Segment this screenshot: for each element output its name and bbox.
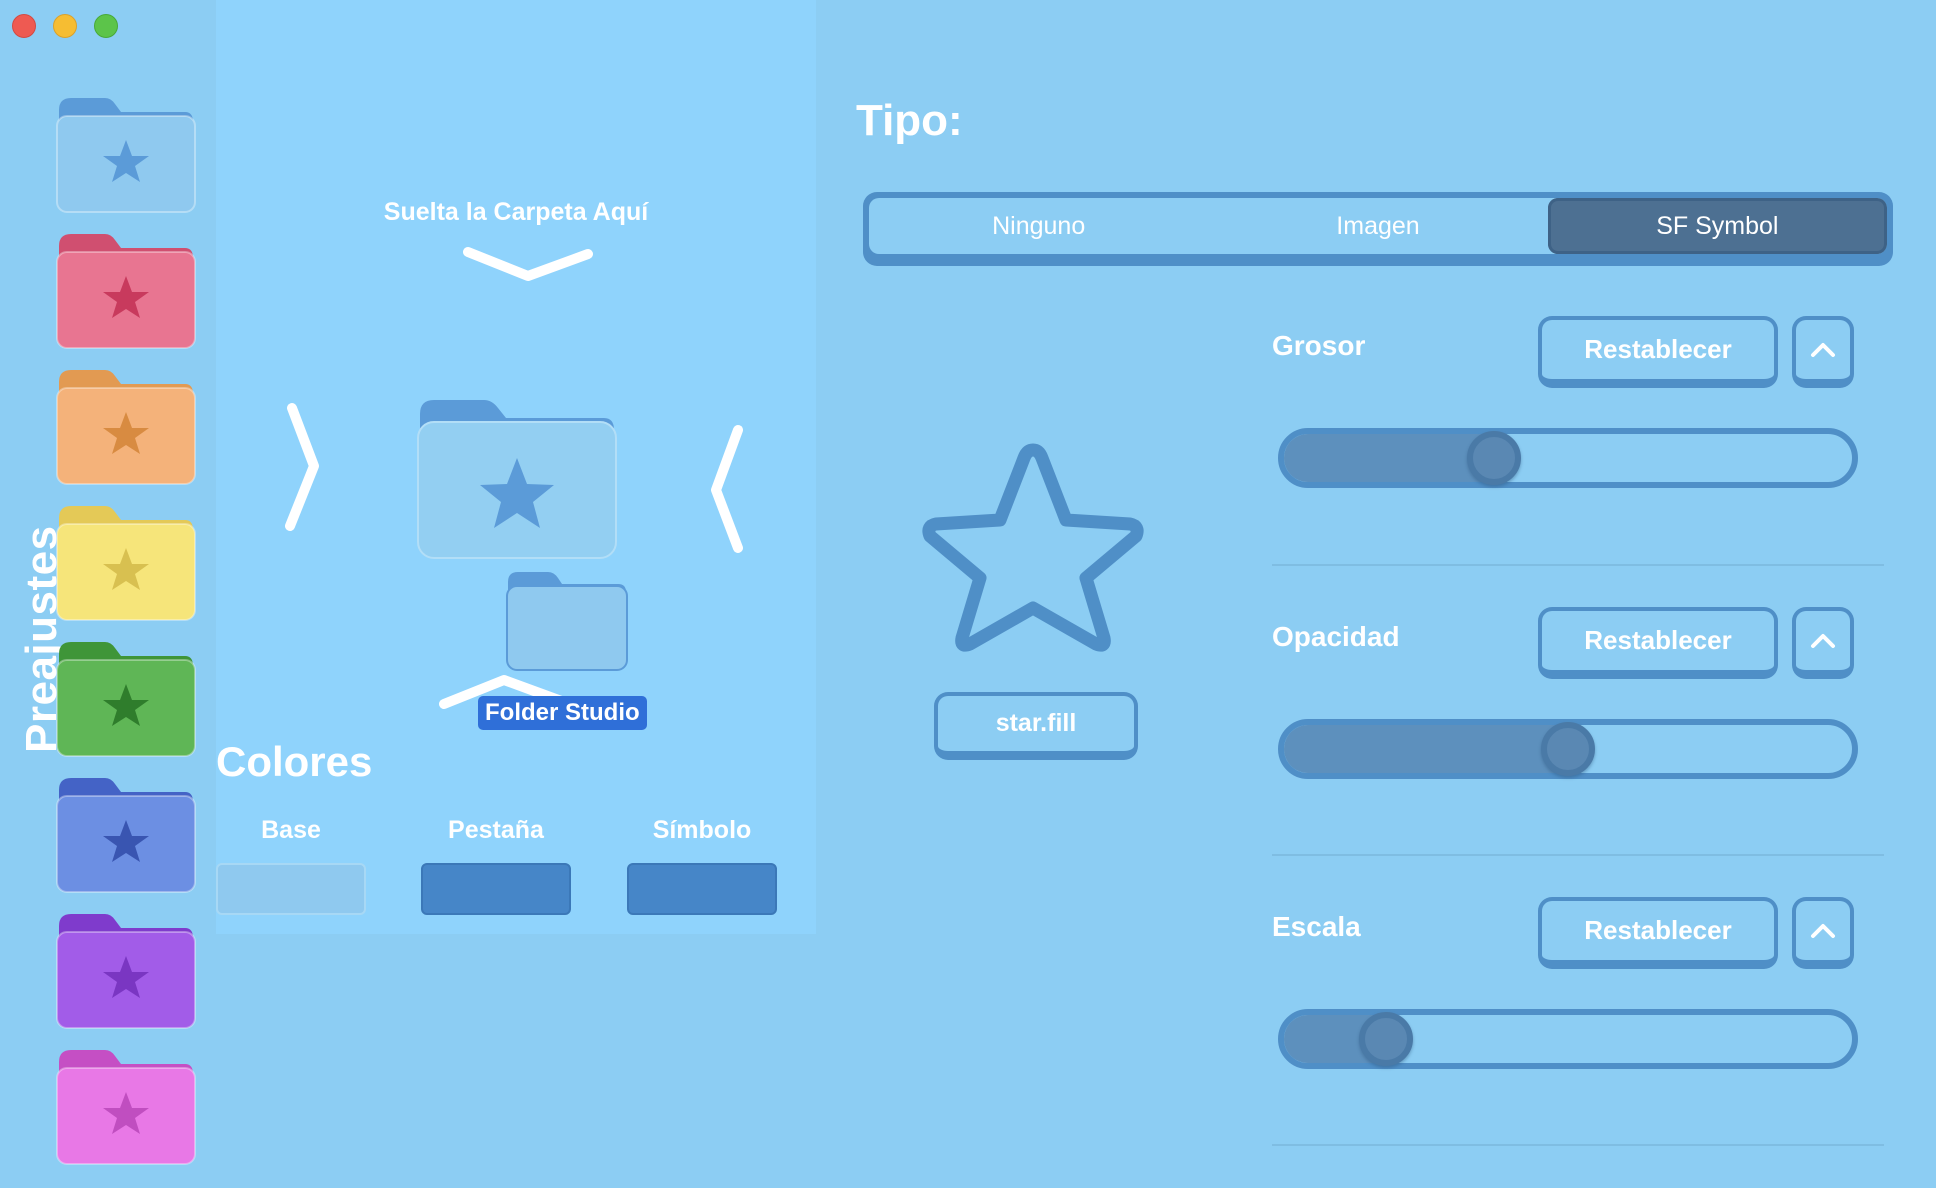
folder-icon xyxy=(56,506,196,621)
folder-icon xyxy=(56,778,196,893)
divider xyxy=(1272,1144,1884,1146)
scale-slider[interactable] xyxy=(1278,1009,1858,1069)
dragged-folder-icon[interactable] xyxy=(504,568,630,674)
chevron-up-icon xyxy=(1811,923,1835,938)
preset-folder[interactable] xyxy=(55,912,197,1032)
color-symbol-swatch[interactable] xyxy=(627,863,777,915)
color-tab-swatch[interactable] xyxy=(421,863,571,915)
preset-folder[interactable] xyxy=(55,232,197,352)
drop-hint-text: Suelta la Carpeta Aquí xyxy=(383,198,649,226)
preset-folder[interactable] xyxy=(55,1048,197,1168)
slider-fill xyxy=(1284,434,1495,482)
chevron-up-icon xyxy=(1811,633,1835,648)
type-title: Tipo: xyxy=(856,96,963,145)
thickness-reset-button[interactable]: Restablecer xyxy=(1538,316,1778,388)
folder-icon xyxy=(56,98,196,213)
app-window: Preajustes Suelta la Carpeta Aquí Folder… xyxy=(0,0,1936,1188)
symbol-picker-button[interactable]: star.fill xyxy=(934,692,1138,760)
drag-folder-label: Folder Studio xyxy=(478,696,647,730)
divider xyxy=(1272,854,1884,856)
color-base-label: Base xyxy=(261,816,321,844)
color-base: Base xyxy=(216,816,366,915)
minimize-window-button[interactable] xyxy=(53,14,77,38)
preset-folder[interactable] xyxy=(55,504,197,624)
thickness-collapse-button[interactable] xyxy=(1792,316,1854,388)
opacity-collapse-button[interactable] xyxy=(1792,607,1854,679)
slider-fill xyxy=(1284,725,1568,773)
folder-preview-icon xyxy=(417,400,617,559)
chevron-right-icon xyxy=(285,403,319,531)
window-controls xyxy=(12,14,118,38)
scale-label: Escala xyxy=(1272,911,1361,942)
color-symbol: Símbolo xyxy=(627,816,777,915)
preset-folder[interactable] xyxy=(55,368,197,488)
chevron-left-icon xyxy=(711,425,743,553)
scale-collapse-button[interactable] xyxy=(1792,897,1854,969)
zoom-window-button[interactable] xyxy=(94,14,118,38)
folder-icon xyxy=(56,642,196,757)
star-icon xyxy=(922,443,1144,652)
color-base-swatch[interactable] xyxy=(216,863,366,915)
chevron-up-icon xyxy=(1811,342,1835,357)
folder-icon xyxy=(56,370,196,485)
chevron-down-icon xyxy=(463,247,593,281)
slider-thumb[interactable] xyxy=(1541,722,1595,776)
slider-thumb[interactable] xyxy=(1467,431,1522,485)
folder-icon xyxy=(56,234,196,349)
opacity-label: Opacidad xyxy=(1272,621,1400,652)
opacity-reset-button[interactable]: Restablecer xyxy=(1538,607,1778,679)
colors-title: Colores xyxy=(216,738,373,785)
color-tab-label: Pestaña xyxy=(448,816,544,844)
color-tab: Pestaña xyxy=(421,816,571,915)
preset-folder[interactable] xyxy=(55,776,197,896)
thickness-label: Grosor xyxy=(1272,330,1366,361)
opacity-slider[interactable] xyxy=(1278,719,1858,779)
type-option-sf-symbol[interactable]: SF Symbol xyxy=(1547,198,1887,254)
type-option-image[interactable]: Imagen xyxy=(1208,198,1547,254)
color-symbol-label: Símbolo xyxy=(652,816,752,844)
preset-folder[interactable] xyxy=(55,96,197,216)
folder-icon xyxy=(56,1050,196,1165)
type-segmented-control: Ninguno Imagen SF Symbol xyxy=(863,192,1893,266)
scale-reset-button[interactable]: Restablecer xyxy=(1538,897,1778,969)
type-option-none[interactable]: Ninguno xyxy=(869,198,1208,254)
slider-thumb[interactable] xyxy=(1359,1012,1414,1066)
close-window-button[interactable] xyxy=(12,14,36,38)
divider xyxy=(1272,564,1884,566)
preset-folder[interactable] xyxy=(55,640,197,760)
folder-icon xyxy=(56,914,196,1029)
thickness-slider[interactable] xyxy=(1278,428,1858,488)
